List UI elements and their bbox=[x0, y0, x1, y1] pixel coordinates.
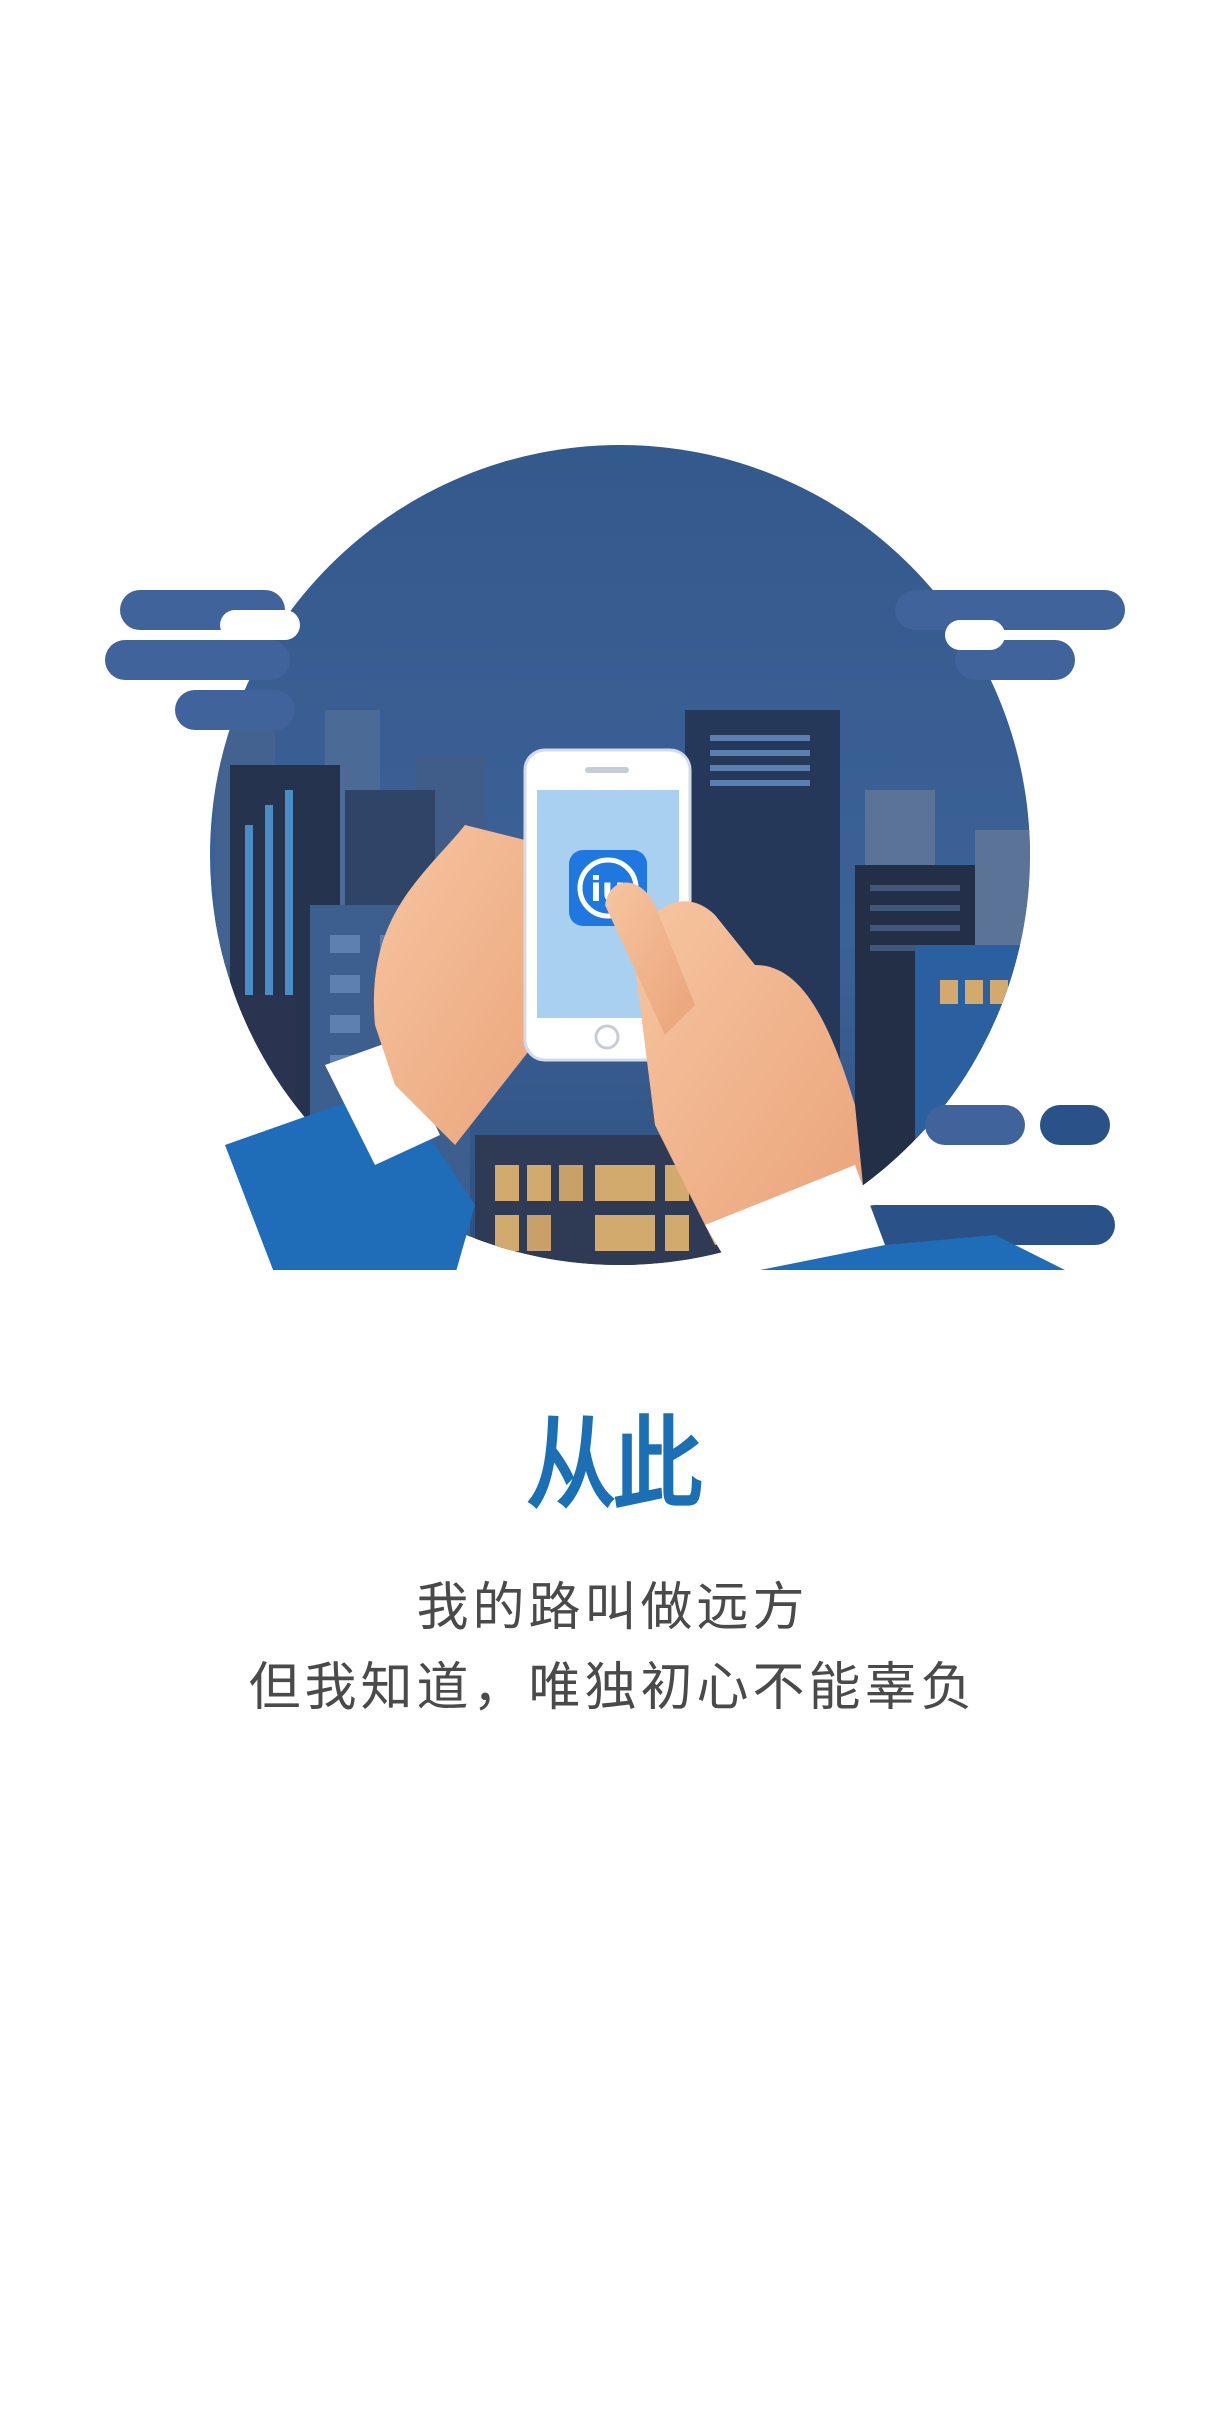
tagline-line-2: 但我知道，唯独初心不能辜负 bbox=[248, 1658, 977, 1718]
city-phone-illustration: iu bbox=[95, 445, 1130, 1270]
tagline-line-1: 我的路叫做远方 bbox=[416, 1578, 809, 1638]
splash-screen: iu 从此 我的路叫做远方 但我知道，唯独初心不能辜负 bbox=[0, 0, 1225, 2436]
splash-headline: 从此 bbox=[526, 1406, 702, 1523]
